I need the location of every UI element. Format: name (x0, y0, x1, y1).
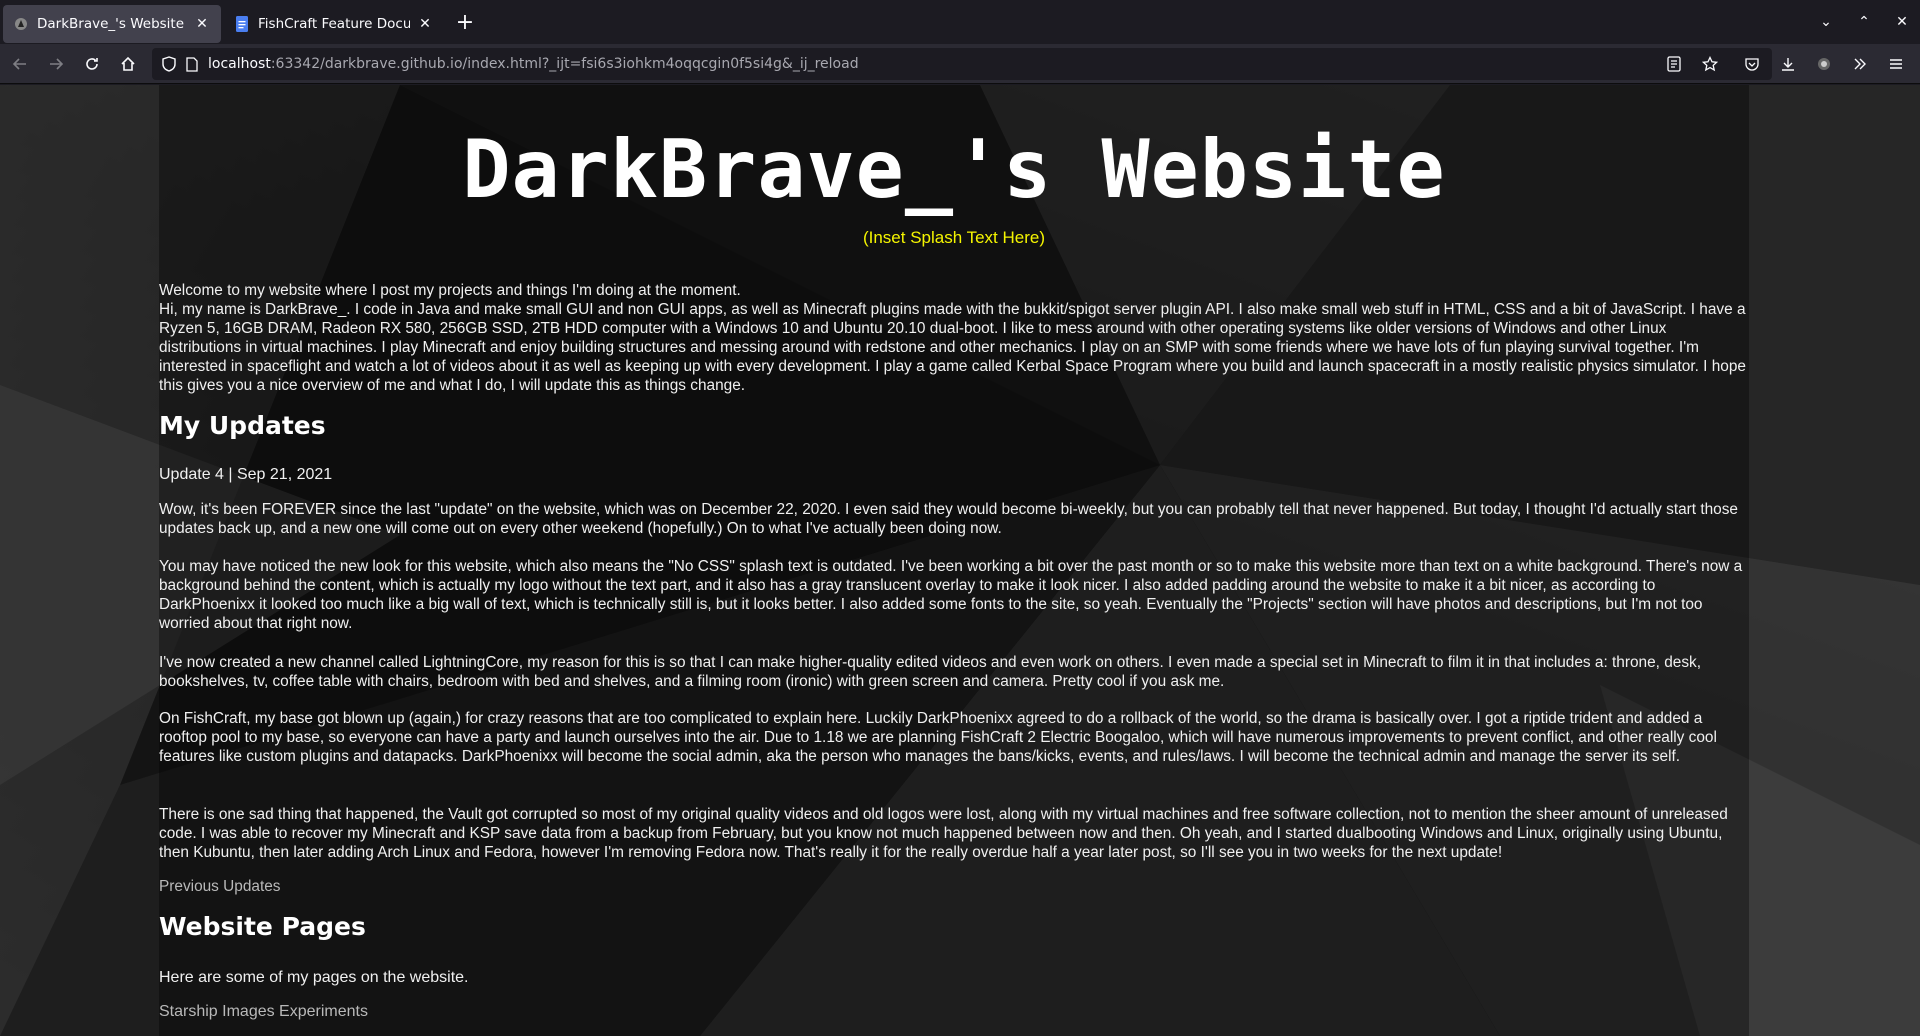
updates-heading: My Updates (159, 411, 326, 440)
tab-strip: DarkBrave_'s Website ✕ FishCraft Feature… (0, 0, 1920, 44)
downloads-icon[interactable] (1772, 48, 1804, 80)
back-arrow-icon[interactable] (4, 48, 36, 80)
close-window-icon[interactable]: ✕ (1892, 8, 1912, 36)
update-title: Update 4 | Sep 21, 2021 (159, 466, 333, 483)
update-paragraph: On FishCraft, my base got blown up (agai… (159, 710, 1717, 765)
tab-fishcraft-docs[interactable]: FishCraft Feature Documen ✕ (224, 5, 444, 43)
update-paragraph: Wow, it's been FOREVER since the last "u… (159, 501, 1738, 537)
close-icon[interactable]: ✕ (416, 15, 434, 33)
docs-icon (234, 15, 250, 32)
reload-icon[interactable] (76, 48, 108, 80)
site-favicon-icon (13, 16, 29, 32)
content-overlay: DarkBrave_'s Website (Inset Splash Text … (159, 85, 1749, 1036)
splash-text: (Inset Splash Text Here) (862, 228, 1046, 247)
reader-view-icon[interactable] (1658, 48, 1690, 80)
new-tab-button[interactable]: + (450, 7, 480, 37)
url-bar[interactable]: localhost:63342/darkbrave.github.io/inde… (152, 48, 1772, 80)
forward-arrow-icon[interactable] (40, 48, 72, 80)
update-paragraph: I've now created a new channel called Li… (159, 654, 1701, 690)
tab-darkbrave-website[interactable]: DarkBrave_'s Website ✕ (3, 4, 221, 43)
bookmark-star-icon[interactable] (1694, 48, 1726, 80)
starship-images-link[interactable]: Starship Images Experiments (159, 1003, 1749, 1021)
home-icon[interactable] (112, 48, 144, 80)
more-tools-icon[interactable] (1844, 48, 1876, 80)
extension-icon[interactable] (1808, 48, 1840, 80)
toolbar-icons (1658, 48, 1912, 80)
pocket-icon[interactable] (1736, 48, 1768, 80)
intro-paragraph: Hi, my name is DarkBrave_. I code in Jav… (159, 301, 1746, 394)
intro-line: Welcome to my website where I post my pr… (159, 282, 741, 299)
window-controls: ⌄ ⌃ ✕ (1816, 8, 1912, 36)
menu-hamburger-icon[interactable] (1880, 48, 1912, 80)
url-host: localhost (208, 56, 271, 72)
update-paragraph: You may have noticed the new look for th… (159, 558, 1743, 632)
page-info-icon[interactable] (186, 56, 198, 72)
web-page: DarkBrave_'s Website (Inset Splash Text … (0, 85, 1920, 1036)
list-all-tabs-icon[interactable]: ⌄ (1816, 8, 1836, 36)
update-paragraph: There is one sad thing that happened, th… (159, 806, 1728, 861)
website-pages-heading: Website Pages (159, 912, 366, 941)
pages-intro: Here are some of my pages on the website… (159, 969, 469, 986)
close-icon[interactable]: ✕ (193, 15, 211, 33)
site-title: DarkBrave_'s Website (462, 123, 1446, 216)
previous-updates-link[interactable]: Previous Updates (159, 878, 1749, 896)
minimize-icon[interactable]: ⌃ (1854, 8, 1874, 36)
shield-icon[interactable] (162, 56, 176, 72)
tab-title: DarkBrave_'s Website (37, 15, 185, 32)
tab-title: FishCraft Feature Documen (258, 15, 410, 32)
url-path: :63342/darkbrave.github.io/index.html?_i… (270, 56, 859, 72)
navigation-bar: localhost:63342/darkbrave.github.io/inde… (0, 44, 1920, 84)
